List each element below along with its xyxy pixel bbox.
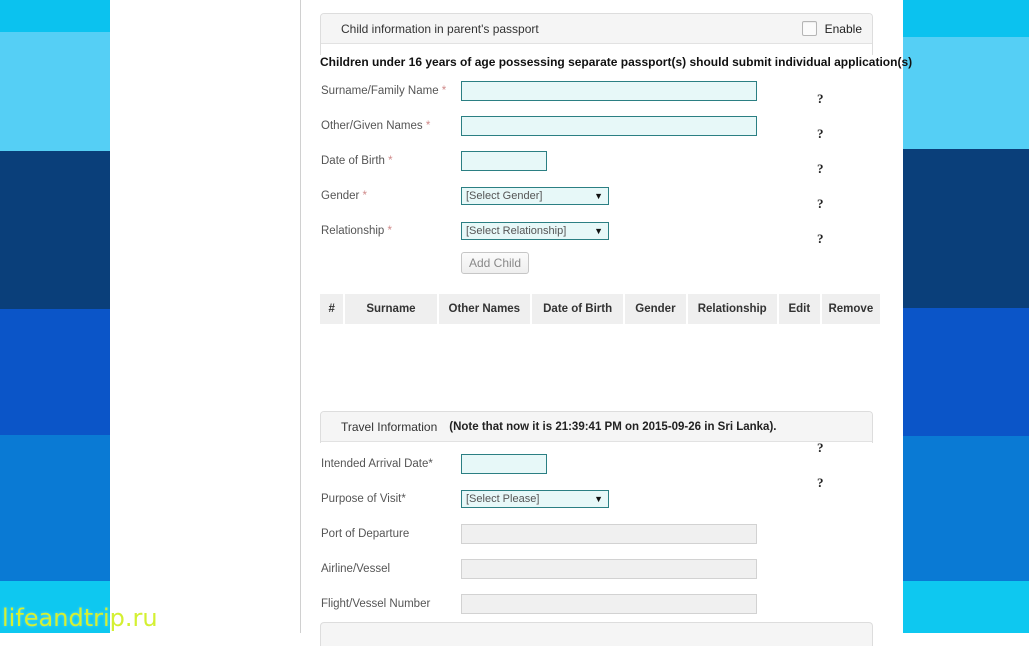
enable-label: Enable	[824, 21, 862, 36]
travel-section-title: Travel Information	[341, 419, 438, 434]
field-label-child-1: Other/Given Names *	[321, 119, 431, 132]
input-travel-2	[461, 523, 757, 544]
child-section-header: Child information in parent's passport E…	[321, 14, 872, 44]
watermark: lifeandtrip.ru	[2, 604, 158, 632]
background-band-5	[903, 581, 1029, 633]
field-label-child-4: Relationship *	[321, 224, 392, 237]
form-row-child-0: Surname/Family Name *?	[320, 73, 880, 108]
form-row-travel-1: Purpose of Visit* [Select Please] ▼?	[320, 475, 880, 516]
field-label-child-2: Date of Birth *	[321, 154, 393, 167]
child-section-title: Child information in parent's passport	[341, 21, 539, 36]
background-band-0	[903, 0, 1029, 37]
field-control-wrap	[461, 150, 547, 171]
table-column-header-1[interactable]: Surname	[345, 294, 437, 324]
background-band-3	[903, 308, 1029, 436]
help-icon[interactable]: ?	[817, 161, 824, 177]
chevron-down-icon: ▼	[594, 493, 603, 504]
form-row-child-2: Date of Birth *?	[320, 143, 880, 178]
child-fields-group: Surname/Family Name *? Other/Given Names …	[320, 73, 880, 248]
travel-section-note: (Note that now it is 21:39:41 PM on 2015…	[449, 420, 777, 433]
field-label-travel-1: Purpose of Visit*	[321, 492, 406, 505]
form-row-travel-4: Flight/Vessel Number	[320, 586, 880, 621]
required-marker: *	[359, 189, 368, 202]
select-value: [Select Please]	[466, 492, 540, 505]
child-section-body: Children under 16 years of age possessin…	[320, 46, 913, 324]
help-icon[interactable]: ?	[817, 231, 824, 247]
travel-section-panel: Travel Information (Note that now it is …	[320, 411, 873, 443]
table-column-header-0[interactable]: #	[320, 294, 344, 324]
background-band-1	[903, 37, 1029, 149]
child-table-header: # Surname Other Names Date of Birth Gender Re…	[320, 294, 880, 324]
input-child-1[interactable]	[461, 115, 757, 136]
background-band-2	[0, 151, 110, 309]
input-child-0[interactable]	[461, 80, 757, 101]
input-travel-3	[461, 558, 757, 579]
input-child-2[interactable]	[461, 150, 547, 171]
field-control-wrap: [Select Relationship] ▼	[461, 221, 609, 240]
next-section-partial-panel	[320, 622, 873, 646]
travel-section-body: Intended Arrival Date*? Purpose of Visit*…	[320, 440, 880, 621]
help-icon[interactable]: ?	[817, 196, 824, 212]
form-row-travel-2: Port of Departure	[320, 516, 880, 551]
form-row-child-4: Relationship * [Select Relationship] ▼?	[320, 213, 880, 248]
help-icon[interactable]: ?	[817, 440, 824, 456]
background-band-2	[903, 149, 1029, 308]
travel-section-header: Travel Information (Note that now it is …	[321, 412, 872, 442]
travel-fields-group: Intended Arrival Date*? Purpose of Visit*…	[320, 440, 880, 621]
chevron-down-icon: ▼	[594, 190, 603, 201]
background-band-4	[903, 436, 1029, 581]
table-column-header-4[interactable]: Gender	[625, 294, 686, 324]
required-marker: *	[384, 224, 392, 237]
form-row-child-3: Gender * [Select Gender] ▼?	[320, 178, 880, 213]
input-travel-4	[461, 593, 757, 614]
background-band-1	[0, 32, 110, 151]
select-child-4[interactable]: [Select Relationship] ▼	[461, 221, 609, 240]
field-control-wrap: [Select Gender] ▼	[461, 186, 609, 205]
form-row-travel-0: Intended Arrival Date*?	[320, 440, 880, 481]
help-icon[interactable]: ?	[817, 126, 824, 142]
select-travel-1[interactable]: [Select Please] ▼	[461, 489, 609, 508]
table-column-header-5[interactable]: Relationship	[687, 294, 777, 324]
field-label-travel-2: Port of Departure	[321, 527, 410, 540]
required-marker: *	[438, 84, 447, 97]
required-marker: *	[422, 119, 431, 132]
help-icon[interactable]: ?	[817, 91, 824, 107]
field-label-travel-3: Airline/Vessel	[321, 562, 391, 575]
field-control-wrap	[461, 115, 757, 136]
field-label-travel-4: Flight/Vessel Number	[321, 597, 431, 610]
background-band-4	[0, 435, 110, 581]
form-row-child-1: Other/Given Names *?	[320, 108, 880, 143]
field-control-wrap	[461, 523, 757, 544]
select-value: [Select Gender]	[466, 189, 543, 202]
select-value: [Select Relationship]	[466, 224, 567, 237]
background-band-0	[0, 0, 110, 32]
enable-toggle-group[interactable]: Enable	[801, 21, 862, 36]
field-label-travel-0: Intended Arrival Date*	[321, 457, 433, 470]
field-control-wrap	[461, 80, 757, 101]
table-column-header-2[interactable]: Other Names	[438, 294, 530, 324]
select-child-3[interactable]: [Select Gender] ▼	[461, 186, 609, 205]
table-column-header-7[interactable]: Remove	[821, 294, 880, 324]
field-control-wrap: [Select Please] ▼	[461, 489, 609, 508]
chevron-down-icon: ▼	[594, 225, 603, 236]
help-icon[interactable]: ?	[817, 475, 824, 491]
enable-checkbox[interactable]	[801, 21, 817, 36]
input-travel-0[interactable]	[461, 453, 547, 474]
field-control-wrap	[461, 558, 757, 579]
add-child-button[interactable]: Add Child	[461, 252, 529, 274]
child-section-notice: Children under 16 years of age possessin…	[320, 55, 913, 69]
field-control-wrap	[461, 453, 547, 474]
form-content-column: Child information in parent's passport E…	[301, 0, 913, 646]
table-column-header-3[interactable]: Date of Birth	[531, 294, 624, 324]
table-column-header-6[interactable]: Edit	[778, 294, 820, 324]
field-control-wrap	[461, 593, 757, 614]
field-label-child-3: Gender *	[321, 189, 368, 202]
form-row-travel-3: Airline/Vessel	[320, 551, 880, 586]
field-label-child-0: Surname/Family Name *	[321, 84, 447, 97]
background-band-3	[0, 309, 110, 435]
required-marker: *	[384, 154, 393, 167]
